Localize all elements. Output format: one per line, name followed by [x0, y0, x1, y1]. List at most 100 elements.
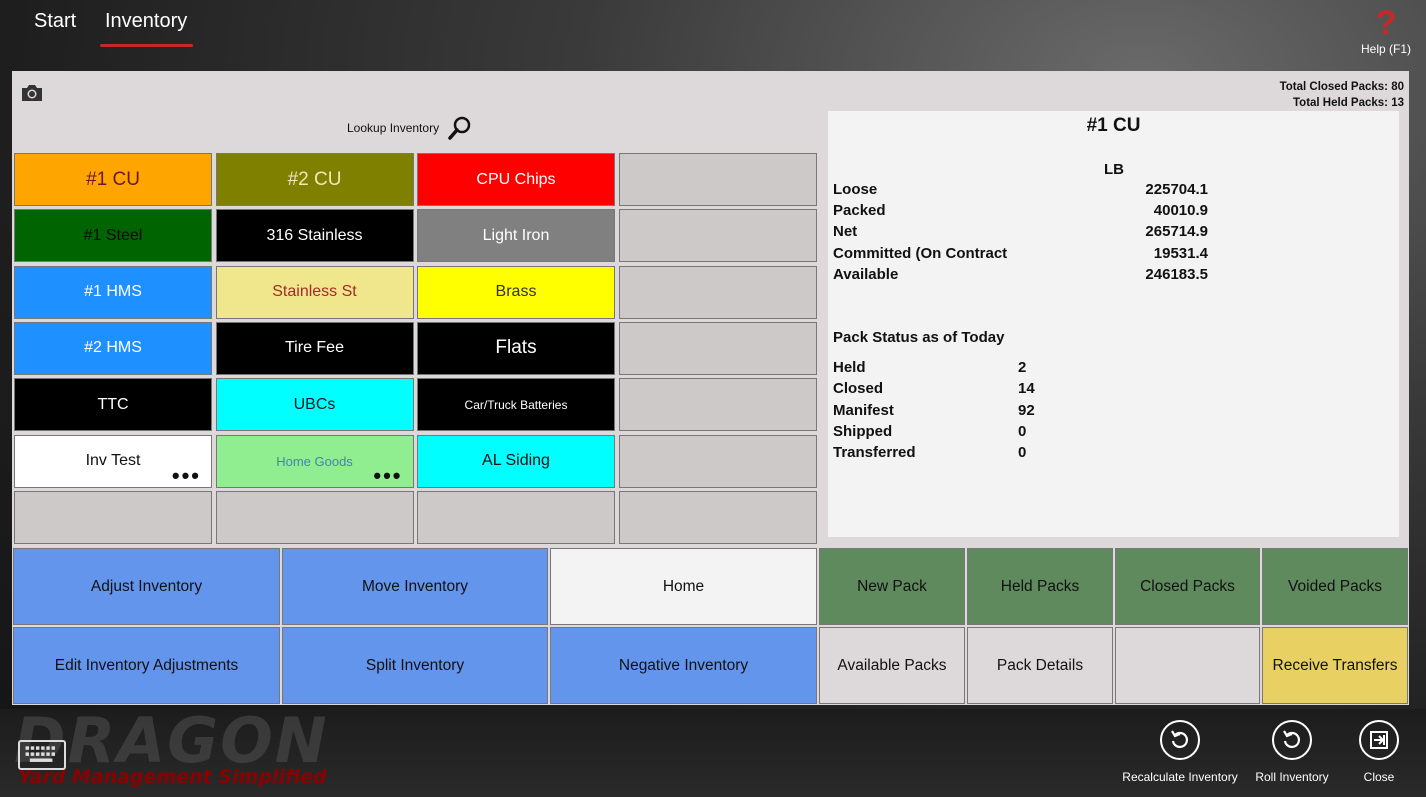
material-tile-label: #1 HMS [84, 283, 142, 301]
material-tile[interactable]: Flats [417, 321, 615, 375]
material-tile[interactable]: #1 CU [14, 153, 212, 206]
material-tile-label: UBCs [293, 395, 336, 413]
edit-inventory-adjustments-button[interactable]: Edit Inventory Adjustments [13, 627, 280, 704]
new-pack-button[interactable]: New Pack [819, 548, 965, 625]
inventory-stat-value: 225704.1 [1145, 181, 1208, 198]
material-title: #1 CU [1086, 115, 1141, 136]
material-tile[interactable]: #1 Steel [14, 209, 212, 263]
pack-status-value: 0 [1018, 422, 1027, 440]
material-tile[interactable] [618, 153, 817, 206]
adjust-inventory-button[interactable]: Adjust Inventory [13, 548, 280, 625]
receive-transfers-button[interactable]: Receive Transfers [1262, 627, 1408, 704]
material-tile[interactable]: #2 HMS [14, 321, 212, 375]
roll-inventory-button[interactable]: Roll Inventory [1248, 720, 1336, 784]
material-tile-label: Car/Truck Batteries [464, 397, 568, 412]
material-tile[interactable]: Brass [417, 265, 615, 319]
inventory-stat-value: 265714.9 [1145, 223, 1208, 241]
negative-inventory-button[interactable]: Negative Inventory [550, 627, 817, 704]
more-options-icon[interactable]: ••• [172, 464, 201, 486]
roll-inventory-label: Roll Inventory [1255, 770, 1329, 784]
material-details: #1 CU LB Loose 225704.1 Packed 40010.9 Net 26… [828, 111, 1399, 537]
material-tile[interactable]: Home Goods ••• [215, 434, 414, 488]
voided-packs-button[interactable]: Voided Packs [1262, 548, 1408, 625]
material-tile[interactable]: TTC [14, 378, 212, 432]
closed-packs-button[interactable]: Closed Packs [1115, 548, 1260, 625]
material-tile[interactable] [618, 265, 817, 319]
available-packs-button[interactable]: Available Packs [819, 627, 965, 704]
pack-status-label: Manifest [833, 401, 894, 419]
material-tile[interactable]: Inv Test ••• [14, 434, 212, 488]
keyboard-icon[interactable] [18, 740, 66, 770]
help-button[interactable]: ? Help (F1) [1356, 4, 1416, 56]
material-tile-label: #1 CU [86, 168, 140, 190]
total-closed-packs: Total Closed Packs: 80 [1279, 81, 1404, 93]
pack-details-button[interactable]: Pack Details [967, 627, 1113, 704]
inventory-stat-value: 246183.5 [1145, 265, 1208, 283]
pack-status-label: Closed [833, 380, 884, 398]
camera-icon[interactable] [20, 83, 44, 103]
material-tile[interactable]: CPU Chips [417, 153, 615, 206]
material-tile[interactable]: Light Iron [417, 209, 615, 263]
material-tile-label: #2 CU [287, 168, 342, 190]
tab-inventory[interactable]: Inventory [105, 10, 187, 33]
material-tile[interactable] [618, 378, 817, 432]
inventory-stat-label: Committed (On Contract [833, 244, 1008, 262]
inventory-stat-label: Loose [833, 181, 878, 198]
material-tile-label: #2 HMS [84, 339, 142, 357]
material-tile[interactable]: Car/Truck Batteries [417, 378, 615, 432]
material-tile[interactable]: UBCs [215, 378, 414, 432]
material-tile-label: Home Goods [276, 453, 353, 469]
material-tile[interactable]: Stainless St [215, 265, 414, 319]
total-held-packs: Total Held Packs: 13 [1293, 97, 1404, 109]
pack-status-value: 92 [1018, 401, 1035, 419]
material-tile-label: Stainless St [272, 283, 357, 301]
material-tile[interactable]: #1 HMS [14, 265, 212, 319]
lookup-inventory[interactable]: Lookup Inventory [347, 115, 473, 141]
tab-start[interactable]: Start [34, 10, 76, 33]
question-mark-icon: ? [1375, 4, 1397, 42]
more-options-icon[interactable]: ••• [373, 464, 402, 486]
inventory-stat-value: 19531.4 [1153, 244, 1208, 262]
pack-status-label: Shipped [833, 422, 893, 440]
pack-totals: Total Closed Packs: 80 Total Held Packs:… [1280, 79, 1404, 111]
material-tile[interactable] [618, 490, 817, 544]
split-inventory-button[interactable]: Split Inventory [282, 627, 548, 704]
material-tile-label: Tire Fee [285, 339, 344, 357]
material-tile-label: Flats [495, 337, 537, 359]
pack-status-value: 14 [1018, 380, 1035, 398]
material-tile[interactable]: Tire Fee [215, 321, 414, 375]
material-tile-label: Brass [495, 283, 537, 301]
close-label: Close [1363, 770, 1395, 784]
material-tile-label: 316 Stainless [266, 226, 363, 244]
material-tile[interactable] [618, 434, 817, 488]
home-button[interactable]: Home [550, 548, 817, 625]
refresh-icon [1160, 720, 1200, 760]
material-tile[interactable] [215, 490, 414, 544]
material-tile[interactable]: AL Siding [417, 434, 615, 488]
material-tile[interactable]: #2 CU [215, 153, 414, 206]
pack-status-label: Held [833, 359, 866, 376]
close-button[interactable]: Close [1349, 720, 1409, 784]
recalculate-inventory-button[interactable]: Recalculate Inventory [1120, 720, 1240, 784]
pack-status-title: Pack Status as of Today [833, 329, 1005, 346]
material-tile-label: Light Iron [482, 226, 550, 244]
material-tile[interactable] [618, 209, 817, 263]
search-icon[interactable] [447, 115, 473, 141]
pack-status-value: 2 [1018, 359, 1027, 376]
material-tile-label: #1 Steel [83, 226, 143, 244]
inventory-stat-label: Available [833, 265, 899, 283]
refresh-icon [1272, 720, 1312, 760]
top-nav: Start Inventory ? Help (F1) [0, 0, 1426, 70]
held-packs-button[interactable]: Held Packs [967, 548, 1113, 625]
empty-action-button[interactable] [1115, 627, 1260, 704]
help-label: Help (F1) [1360, 42, 1411, 56]
pack-status-value: 0 [1018, 444, 1027, 462]
move-inventory-button[interactable]: Move Inventory [282, 548, 548, 625]
material-tile[interactable] [618, 321, 817, 375]
inventory-stat-value: 40010.9 [1153, 202, 1208, 220]
inventory-stat-label: Net [833, 223, 858, 241]
material-tile[interactable]: 316 Stainless [215, 209, 414, 263]
material-tile[interactable] [14, 490, 212, 544]
pack-status-label: Transferred [833, 444, 916, 462]
material-tile[interactable] [417, 490, 615, 544]
